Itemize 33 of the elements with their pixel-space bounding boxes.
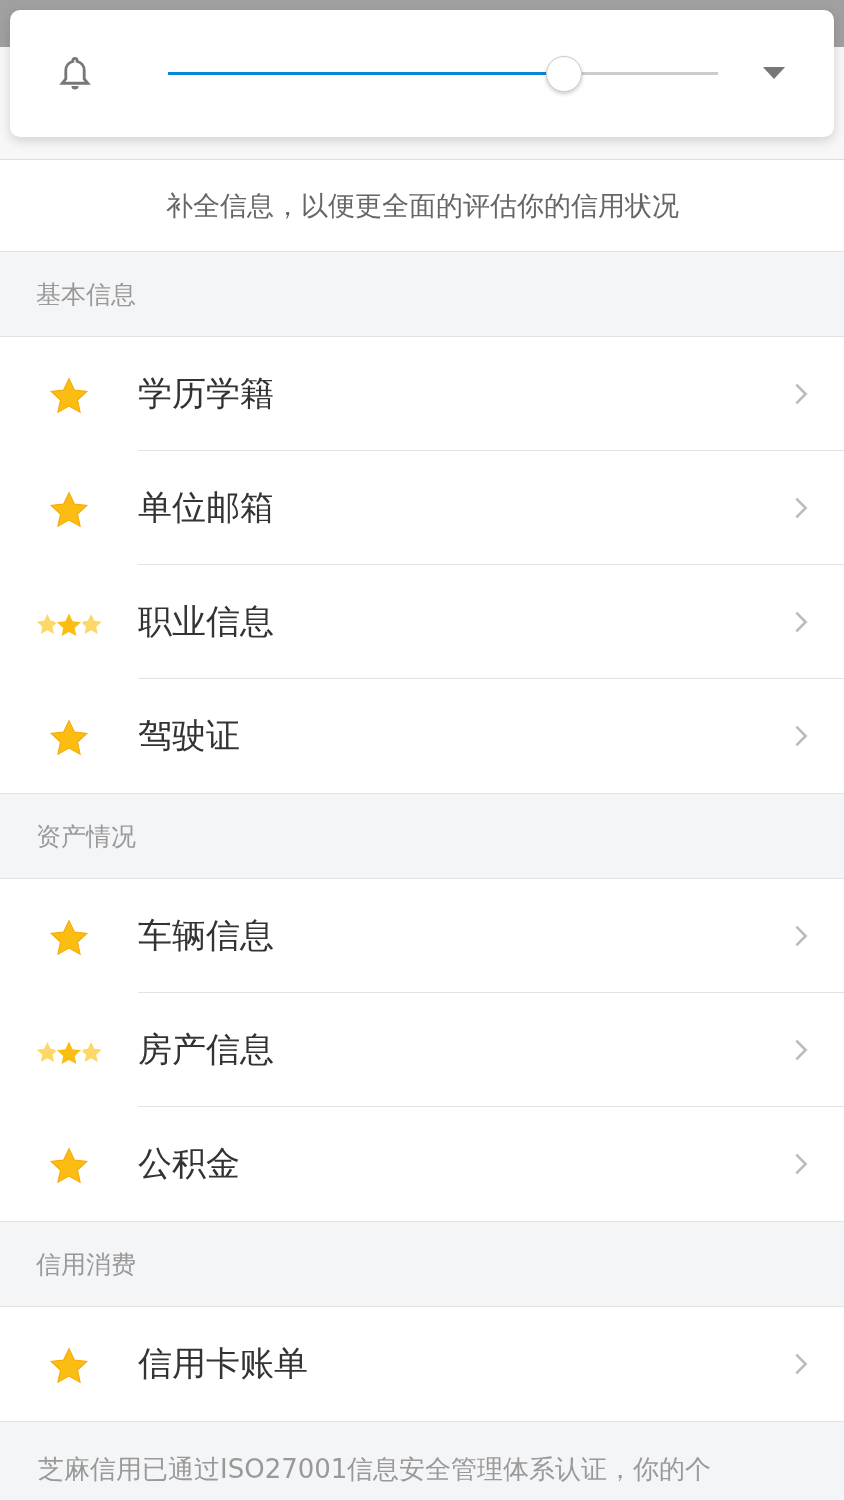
section-title: 基本信息 xyxy=(36,278,136,311)
chevron-icon xyxy=(794,724,808,748)
volume-slider[interactable] xyxy=(168,54,718,93)
list-item[interactable]: 单位邮箱 xyxy=(0,451,844,565)
item-label: 车辆信息 xyxy=(138,913,274,957)
bell-icon xyxy=(58,54,92,93)
chevron-icon xyxy=(794,495,808,520)
list-item[interactable]: 学历学籍 xyxy=(0,337,844,451)
list-item[interactable]: 驾驶证 xyxy=(0,679,844,793)
chevron-icon xyxy=(794,609,808,634)
item-label: 驾驶证 xyxy=(138,714,240,757)
slider-thumb[interactable] xyxy=(546,55,582,92)
list-item[interactable]: 公积金 xyxy=(0,1107,844,1221)
chevron-icon xyxy=(794,381,808,406)
list-item[interactable]: 信用卡账单 xyxy=(0,1307,844,1421)
item-label: 单位邮箱 xyxy=(138,485,274,529)
section-title: 信用消费 xyxy=(36,1248,136,1281)
notice-text: 补全信息，以便更全面的评估你的信用状况 xyxy=(0,160,844,252)
chevron-icon xyxy=(794,1037,808,1062)
chevron-icon xyxy=(794,923,808,948)
chevron-icon xyxy=(794,1352,808,1376)
list-item[interactable]: 车辆信息 xyxy=(0,879,844,993)
caret-icon[interactable] xyxy=(762,67,786,80)
list-item[interactable]: 房产信息 xyxy=(0,993,844,1107)
item-label: 职业信息 xyxy=(138,599,274,643)
item-label: 学历学籍 xyxy=(138,371,274,415)
item-label: 房产信息 xyxy=(138,1027,274,1071)
footer-text: 芝麻信用已通过ISO27001信息安全管理体系认证，你的个 xyxy=(38,1454,712,1484)
item-label: 公积金 xyxy=(138,1142,240,1185)
chevron-icon xyxy=(794,1152,808,1176)
section-title: 资产情况 xyxy=(36,820,136,853)
item-label: 信用卡账单 xyxy=(138,1342,308,1385)
list-item[interactable]: 职业信息 xyxy=(0,565,844,679)
